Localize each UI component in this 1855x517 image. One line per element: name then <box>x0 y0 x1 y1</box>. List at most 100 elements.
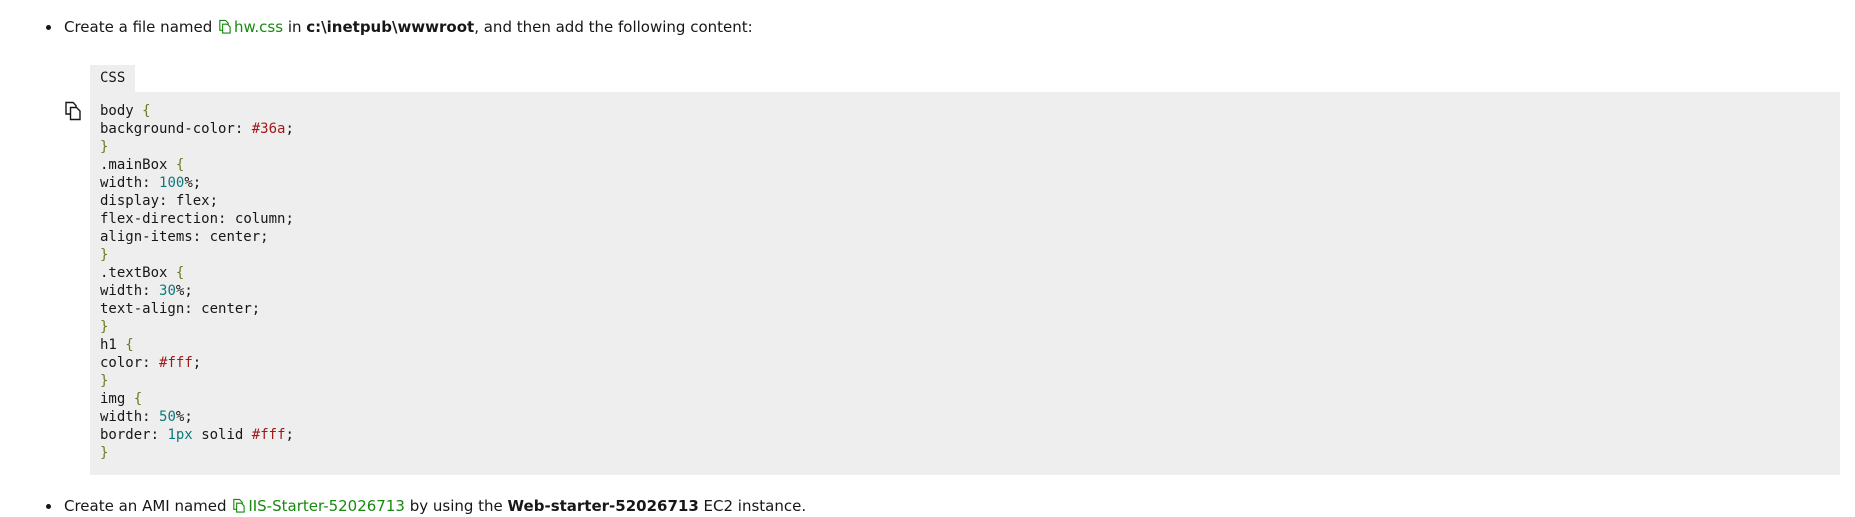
code-token-colon: : <box>142 175 151 191</box>
code-token-semi: ; <box>285 211 294 227</box>
code-token-sp <box>193 427 201 443</box>
code-token-brace: } <box>100 373 109 389</box>
code-token-num: 30 <box>159 283 176 299</box>
code-token-sp <box>201 229 209 245</box>
code-token-semi: %; <box>175 283 193 299</box>
code-token-sp <box>167 193 175 209</box>
code-token-prop: color <box>100 355 143 371</box>
code-token-sel: h1 <box>100 337 117 353</box>
code-token-sp <box>167 265 175 281</box>
code-line: width: 30%; <box>100 282 294 300</box>
code-token-brace: { <box>125 337 134 353</box>
filename-label: hw.css <box>234 18 284 36</box>
code-line: } <box>100 246 294 264</box>
step-create-file-middle: in <box>283 18 307 36</box>
code-token-prop: width <box>100 175 143 191</box>
code-token-semi: ; <box>192 355 202 371</box>
code-token-brace: } <box>100 139 109 155</box>
instance-name: Web-starter-52026713 <box>507 497 699 515</box>
code-token-brace: } <box>100 445 109 461</box>
code-token-kw: center <box>201 301 252 317</box>
code-token-semi: ; <box>260 229 269 245</box>
code-token-sel: .mainBox <box>100 157 168 173</box>
code-token-sp <box>243 427 251 443</box>
code-line: text-align: center; <box>100 300 294 318</box>
code-line: border: 1px solid #fff; <box>100 426 294 444</box>
code-line: width: 50%; <box>100 408 294 426</box>
code-token-prop: width <box>100 409 143 425</box>
code-token-sp <box>151 175 159 191</box>
code-token-hex: #fff <box>251 427 286 443</box>
code-token-colon: : <box>142 283 151 299</box>
code-token-prop: display <box>100 193 160 209</box>
code-token-prop: align-items <box>100 229 193 245</box>
code-token-colon: : <box>150 427 160 443</box>
step-create-ami-text: Create an AMI named IIS-Starter-52026713… <box>64 495 806 517</box>
code-token-hex: #36a <box>251 121 286 137</box>
bullet-dot <box>46 504 51 509</box>
code-line: color: #fff; <box>100 354 294 372</box>
code-token-kw: center <box>209 229 261 245</box>
copy-icon[interactable] <box>64 101 82 121</box>
code-line: } <box>100 372 294 390</box>
code-token-colon: : <box>142 355 151 371</box>
code-token-prop: flex-direction <box>100 211 219 227</box>
code-token-sel: img <box>100 391 126 407</box>
code-token-semi: ; <box>251 301 261 317</box>
code-block: body {background-color: #36a;} .mainBox {… <box>90 92 1840 475</box>
code-token-semi: ; <box>285 427 294 443</box>
code-language-tab: CSS <box>90 65 136 92</box>
code-line: img { <box>100 390 294 408</box>
code-line: flex-direction: column; <box>100 210 294 228</box>
copy-icon <box>219 19 231 34</box>
step-create-ami-middle: by using the <box>404 497 508 515</box>
code-token-brace: } <box>100 247 109 263</box>
code-token-kw: flex <box>175 193 210 209</box>
code-token-brace: { <box>142 103 151 119</box>
code-content: body {background-color: #36a;} .mainBox {… <box>100 102 294 462</box>
code-token-sel: body <box>100 103 134 119</box>
step-create-ami-suffix: EC2 instance. <box>698 497 807 515</box>
code-line: width: 100%; <box>100 174 294 192</box>
code-line: .textBox { <box>100 264 294 282</box>
code-token-brace: { <box>175 265 185 281</box>
code-line: .mainBox { <box>100 156 294 174</box>
code-token-prop: background-color <box>100 121 235 137</box>
code-line: } <box>100 318 294 336</box>
code-token-prop: width <box>100 283 143 299</box>
code-token-sp <box>151 283 159 299</box>
bullet-dot <box>46 25 51 30</box>
code-token-colon: : <box>192 229 202 245</box>
code-token-sp <box>243 121 251 137</box>
code-line: } <box>100 444 294 462</box>
code-token-hex: #fff <box>159 355 193 371</box>
code-token-sp <box>151 355 159 371</box>
code-token-brace: } <box>100 319 109 335</box>
code-token-sp <box>193 301 201 317</box>
copy-ami-name-link[interactable]: IIS-Starter-52026713 <box>231 497 405 515</box>
code-token-colon: : <box>142 409 151 425</box>
code-line: display: flex; <box>100 192 294 210</box>
step-create-file-text: Create a file named hw.css in c:\inetpub… <box>64 16 753 38</box>
code-token-colon: : <box>184 301 193 317</box>
code-token-semi: %; <box>175 409 193 425</box>
code-line: body { <box>100 102 294 120</box>
code-line: h1 { <box>100 336 294 354</box>
code-line: background-color: #36a; <box>100 120 294 138</box>
code-token-semi: ; <box>285 121 294 137</box>
step-create-file-suffix: , and then add the following content: <box>474 18 753 36</box>
copy-filename-link[interactable]: hw.css <box>217 18 283 36</box>
code-token-sp <box>134 103 142 119</box>
code-line: } <box>100 138 294 156</box>
code-token-sp <box>151 409 159 425</box>
step-create-ami-prefix: Create an AMI named <box>64 497 232 515</box>
code-token-prop: border <box>100 427 151 443</box>
code-token-prop: text-align <box>100 301 185 317</box>
code-token-semi: %; <box>184 175 202 191</box>
code-token-num: 1px <box>167 427 193 443</box>
code-token-semi: ; <box>209 193 219 209</box>
code-token-sp <box>167 157 175 173</box>
code-token-brace: { <box>175 157 185 173</box>
step-create-file-prefix: Create a file named <box>64 18 218 36</box>
code-token-sel: .textBox <box>100 265 168 281</box>
